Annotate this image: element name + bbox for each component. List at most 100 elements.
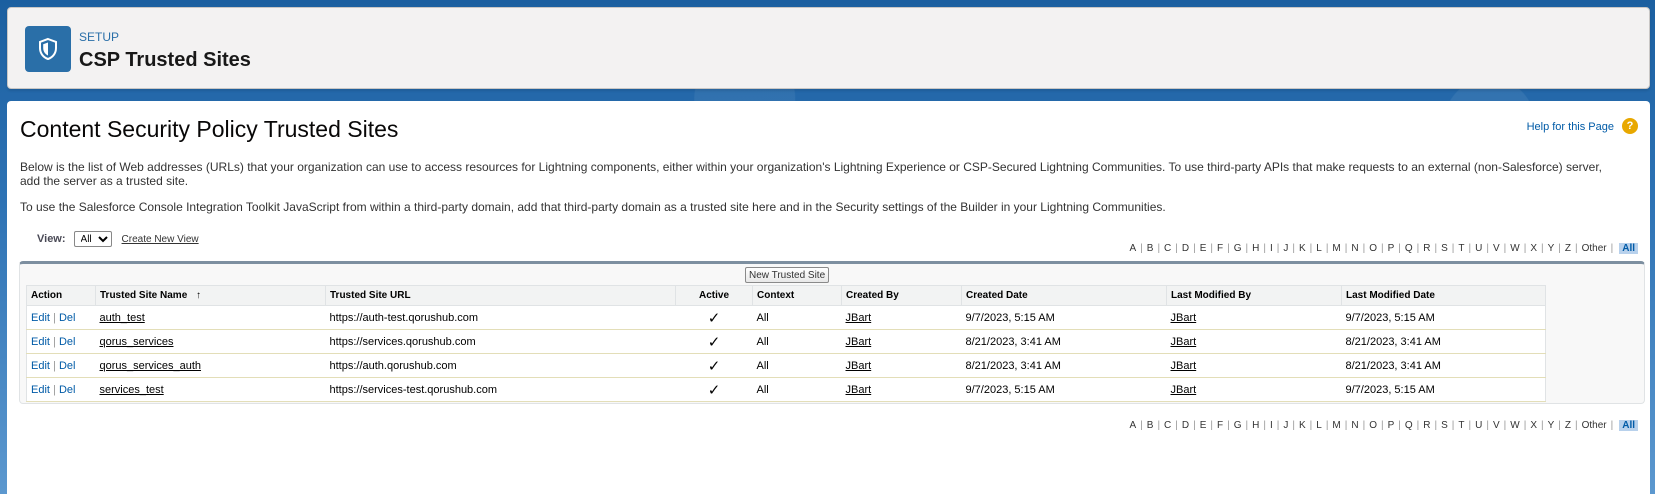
alpha-separator: |: [1344, 420, 1348, 431]
alpha-filter-m[interactable]: M: [1332, 420, 1340, 431]
alpha-filter-w[interactable]: W: [1510, 420, 1519, 431]
col-active[interactable]: Active: [675, 285, 753, 306]
alpha-filter-other[interactable]: Other: [1582, 420, 1607, 431]
alpha-filter-g[interactable]: G: [1234, 420, 1242, 431]
edit-link[interactable]: Edit: [31, 336, 50, 348]
last-modified-by-link[interactable]: JBart: [1171, 336, 1197, 348]
alpha-filter-p[interactable]: P: [1388, 420, 1395, 431]
alpha-filter-u[interactable]: U: [1475, 243, 1482, 254]
alpha-filter-y[interactable]: Y: [1548, 420, 1555, 431]
col-name-label[interactable]: Trusted Site Name: [100, 290, 187, 301]
col-trusted-site-name[interactable]: Trusted Site Name ↑: [95, 285, 326, 306]
alpha-separator: |: [1381, 243, 1384, 254]
shield-icon: [25, 26, 71, 72]
alpha-filter-b[interactable]: B: [1147, 420, 1154, 431]
alpha-separator: |: [1416, 243, 1420, 254]
alpha-filter-s[interactable]: S: [1441, 243, 1448, 254]
alpha-separator: |: [1610, 420, 1614, 431]
alpha-filter-r[interactable]: R: [1423, 420, 1430, 431]
alpha-filter-n[interactable]: N: [1351, 420, 1358, 431]
created-by-link[interactable]: JBart: [846, 336, 872, 348]
site-name-link[interactable]: auth_test: [100, 312, 145, 324]
description-paragraph-console: To use the Salesforce Console Integratio…: [20, 200, 1166, 214]
alpha-filter-d[interactable]: D: [1182, 243, 1189, 254]
alpha-separator: |: [1140, 243, 1143, 254]
col-last-modified-date[interactable]: Last Modified Date: [1341, 285, 1546, 306]
alpha-filter-m[interactable]: M: [1332, 243, 1340, 254]
last-modified-by-link[interactable]: JBart: [1171, 360, 1197, 372]
main-content: Content Security Policy Trusted Sites He…: [7, 101, 1650, 494]
create-new-view-link[interactable]: Create New View: [122, 234, 199, 245]
alpha-filter-o[interactable]: O: [1369, 420, 1377, 431]
alpha-filter-v[interactable]: V: [1493, 420, 1500, 431]
edit-link[interactable]: Edit: [31, 312, 50, 324]
new-trusted-site-button[interactable]: New Trusted Site: [745, 267, 830, 283]
check-icon: ✓: [707, 333, 721, 351]
view-select[interactable]: All: [73, 231, 112, 247]
edit-link[interactable]: Edit: [31, 360, 50, 372]
alpha-filter-all[interactable]: All: [1619, 243, 1638, 254]
alpha-filter-c[interactable]: C: [1164, 243, 1171, 254]
alpha-filter-o[interactable]: O: [1369, 243, 1377, 254]
site-name-link[interactable]: qorus_services_auth: [100, 360, 202, 372]
del-link[interactable]: Del: [59, 360, 76, 372]
alpha-filter-v[interactable]: V: [1493, 243, 1500, 254]
col-created-date[interactable]: Created Date: [961, 285, 1167, 306]
created-by-link[interactable]: JBart: [846, 384, 872, 396]
site-name-link[interactable]: services_test: [100, 384, 164, 396]
alpha-filter-q[interactable]: Q: [1405, 420, 1413, 431]
alpha-filter-g[interactable]: G: [1234, 243, 1242, 254]
alpha-filter-h[interactable]: H: [1252, 243, 1259, 254]
alpha-filter-other[interactable]: Other: [1582, 243, 1607, 254]
col-context[interactable]: Context: [752, 285, 842, 306]
alpha-separator: |: [1574, 243, 1578, 254]
del-link[interactable]: Del: [59, 384, 76, 396]
alpha-filter-s[interactable]: S: [1441, 420, 1448, 431]
alpha-filter-x[interactable]: X: [1530, 420, 1537, 431]
alpha-filter-e[interactable]: E: [1200, 243, 1207, 254]
alpha-filter-n[interactable]: N: [1351, 243, 1358, 254]
edit-link[interactable]: Edit: [31, 384, 50, 396]
site-url: https://auth.qorushub.com: [325, 353, 676, 378]
alpha-filter-u[interactable]: U: [1475, 420, 1482, 431]
alpha-filter-h[interactable]: H: [1252, 420, 1259, 431]
help-link[interactable]: Help for this Page: [1527, 121, 1614, 133]
alpha-filter-a[interactable]: A: [1129, 420, 1136, 431]
alpha-filter-e[interactable]: E: [1200, 420, 1207, 431]
action-separator: |: [53, 359, 56, 372]
check-icon: ✓: [707, 357, 721, 375]
alpha-separator: |: [1292, 420, 1295, 431]
alpha-filter-c[interactable]: C: [1164, 420, 1171, 431]
alpha-filter-k[interactable]: K: [1299, 420, 1306, 431]
alpha-filter-x[interactable]: X: [1530, 243, 1537, 254]
alpha-filter-q[interactable]: Q: [1405, 243, 1413, 254]
alpha-filter-y[interactable]: Y: [1548, 243, 1555, 254]
alpha-filter-a[interactable]: A: [1129, 243, 1136, 254]
alpha-filter-r[interactable]: R: [1423, 243, 1430, 254]
alpha-filter-d[interactable]: D: [1182, 420, 1189, 431]
row-actions: Edit | Del: [26, 305, 96, 330]
alpha-filter-b[interactable]: B: [1147, 243, 1154, 254]
last-modified-by-link[interactable]: JBart: [1171, 312, 1197, 324]
alpha-filter-bottom: A | B | C | D | E | F | G | H | I | J | K | L | M | N | O | P | Q | R | S | T |…: [1129, 420, 1638, 431]
alpha-filter-top: A | B | C | D | E | F | G | H | I | J | K | L | M | N | O | P | Q | R | S | T |…: [1129, 243, 1638, 254]
created-by-link[interactable]: JBart: [846, 312, 872, 324]
site-name-link[interactable]: qorus_services: [100, 336, 174, 348]
alpha-separator: |: [1157, 420, 1161, 431]
created-by-link[interactable]: JBart: [846, 360, 872, 372]
alpha-filter-k[interactable]: K: [1299, 243, 1306, 254]
col-last-modified-by[interactable]: Last Modified By: [1166, 285, 1342, 306]
header-eyebrow[interactable]: SETUP: [79, 30, 119, 44]
del-link[interactable]: Del: [59, 336, 76, 348]
alpha-filter-p[interactable]: P: [1388, 243, 1395, 254]
last-modified-date: 9/7/2023, 5:15 AM: [1341, 305, 1546, 330]
del-link[interactable]: Del: [59, 312, 76, 324]
alpha-filter-w[interactable]: W: [1510, 243, 1519, 254]
alpha-separator: |: [1558, 420, 1561, 431]
alpha-filter-all[interactable]: All: [1619, 420, 1638, 431]
help-icon[interactable]: ?: [1622, 118, 1638, 134]
last-modified-by-link[interactable]: JBart: [1171, 384, 1197, 396]
col-trusted-site-url[interactable]: Trusted Site URL: [325, 285, 676, 306]
created-date: 9/7/2023, 5:15 AM: [961, 305, 1167, 330]
col-created-by[interactable]: Created By: [841, 285, 962, 306]
